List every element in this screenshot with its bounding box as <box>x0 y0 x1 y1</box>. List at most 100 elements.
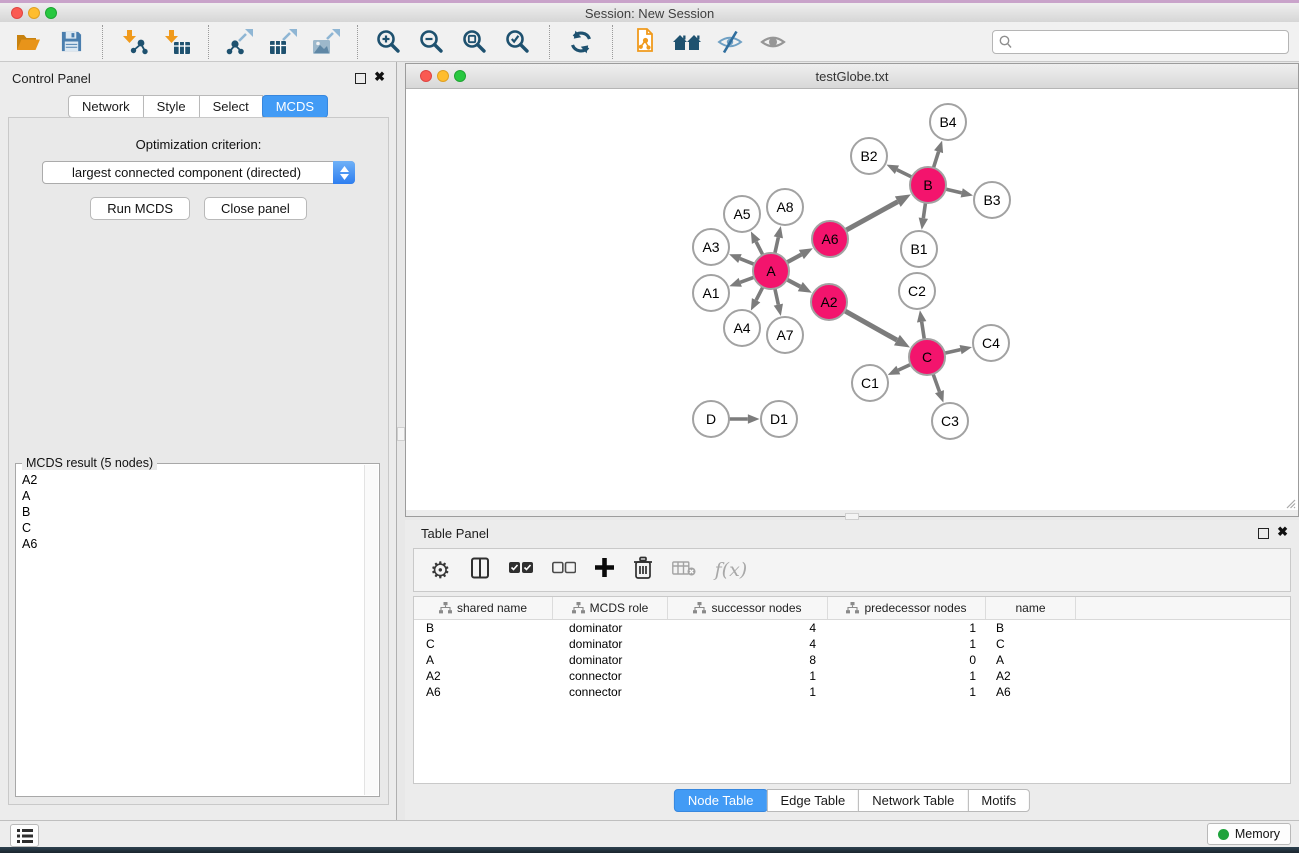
graph-node-A5[interactable]: A5 <box>723 195 761 233</box>
column-header-successor-nodes[interactable]: successor nodes <box>668 597 828 619</box>
graph-node-B[interactable]: B <box>909 166 947 204</box>
graph-node-C[interactable]: C <box>908 338 946 376</box>
application-window: Session: New Session <box>0 0 1299 853</box>
result-scrollbar[interactable] <box>364 465 378 795</box>
table-row[interactable]: A6connector11A6 <box>414 684 1290 700</box>
table-body: Bdominator41BCdominator41CAdominator80AA… <box>414 620 1290 700</box>
table-cell: A6 <box>986 684 1076 700</box>
float-panel-icon[interactable] <box>355 73 366 84</box>
network-window: testGlobe.txt B4 B2 B B3 A8A5 A6 A3 B1 A C2 A1 A2 A4… <box>405 63 1299 517</box>
function-builder-icon[interactable]: f(x) <box>715 559 748 581</box>
table-row[interactable]: Cdominator41C <box>414 636 1290 652</box>
task-history-button[interactable] <box>10 824 39 847</box>
tab-node-table[interactable]: Node Table <box>674 789 768 812</box>
criterion-dropdown[interactable]: largest connected component (directed) <box>42 161 355 184</box>
delete-table-icon[interactable] <box>672 559 696 582</box>
memory-button[interactable]: Memory <box>1207 823 1291 845</box>
table-cell: C <box>986 636 1076 652</box>
network-title: testGlobe.txt <box>406 69 1298 84</box>
close-panel-icon[interactable]: ✖ <box>374 69 385 85</box>
tab-motifs[interactable]: Motifs <box>967 789 1030 812</box>
graph-node-D[interactable]: D <box>692 400 730 438</box>
graph-node-A3[interactable]: A3 <box>692 228 730 266</box>
open-session-icon[interactable] <box>10 25 46 59</box>
close-panel-button[interactable]: Close panel <box>204 197 307 220</box>
result-item[interactable]: C <box>22 520 364 536</box>
graph-node-A7[interactable]: A7 <box>766 316 804 354</box>
save-session-icon[interactable] <box>53 25 89 59</box>
refresh-layout-icon[interactable] <box>563 25 599 59</box>
graph-node-C4[interactable]: C4 <box>972 324 1010 362</box>
export-table-icon[interactable] <box>265 25 301 59</box>
arrowhead-icon <box>961 188 973 197</box>
table-row[interactable]: Adominator80A <box>414 652 1290 668</box>
mcds-result-list: A2ABCA6 <box>17 466 364 795</box>
result-item[interactable]: A <box>22 488 364 504</box>
table-cell: dominator <box>553 636 668 652</box>
import-network-icon[interactable] <box>116 25 152 59</box>
close-table-panel-icon[interactable]: ✖ <box>1277 524 1288 540</box>
graph-node-A8[interactable]: A8 <box>766 188 804 226</box>
graph-edge-A2-C[interactable] <box>843 310 897 340</box>
show-details-icon[interactable] <box>755 25 791 59</box>
resize-grip-icon[interactable] <box>1284 496 1296 514</box>
search-input[interactable] <box>1017 32 1281 52</box>
table-row[interactable]: Bdominator41B <box>414 620 1290 636</box>
export-image-icon[interactable] <box>308 25 344 59</box>
graph-node-B4[interactable]: B4 <box>929 103 967 141</box>
graph-node-B1[interactable]: B1 <box>900 230 938 268</box>
table-settings-icon[interactable]: ⚙ <box>430 559 451 582</box>
graph-node-C2[interactable]: C2 <box>898 272 936 310</box>
zoom-fit-icon[interactable] <box>457 25 493 59</box>
zoom-in-icon[interactable] <box>371 25 407 59</box>
graph-node-A4[interactable]: A4 <box>723 309 761 347</box>
column-mode-icon[interactable] <box>470 557 490 584</box>
float-table-panel-icon[interactable] <box>1258 528 1269 539</box>
graph-node-D1[interactable]: D1 <box>760 400 798 438</box>
graph-node-C1[interactable]: C1 <box>851 364 889 402</box>
delete-column-icon[interactable] <box>633 556 653 585</box>
tab-style[interactable]: Style <box>143 95 200 118</box>
column-header-MCDS-role[interactable]: MCDS role <box>553 597 668 619</box>
column-header-filler <box>1076 597 1290 619</box>
graph-node-A6[interactable]: A6 <box>811 220 849 258</box>
arrowhead-icon <box>919 218 928 230</box>
column-header-name[interactable]: name <box>986 597 1076 619</box>
new-network-from-file-icon[interactable] <box>626 25 662 59</box>
graph-edge-A6-B[interactable] <box>844 202 898 232</box>
table-row[interactable]: A2connector11A2 <box>414 668 1290 684</box>
deselect-all-rows-icon[interactable] <box>552 561 576 579</box>
splitter-handle[interactable] <box>397 427 405 441</box>
toolbar-separator <box>208 25 209 59</box>
zoom-out-icon[interactable] <box>414 25 450 59</box>
result-item[interactable]: B <box>22 504 364 520</box>
select-all-rows-icon[interactable] <box>509 561 533 579</box>
result-item[interactable]: A2 <box>22 472 364 488</box>
home-icon[interactable] <box>669 25 705 59</box>
hide-details-icon[interactable] <box>712 25 748 59</box>
tab-mcds[interactable]: MCDS <box>262 95 328 118</box>
tab-network-table[interactable]: Network Table <box>858 789 968 812</box>
tab-network[interactable]: Network <box>68 95 144 118</box>
export-network-icon[interactable] <box>222 25 258 59</box>
graph-node-A[interactable]: A <box>752 252 790 290</box>
graph-edge-C-C3[interactable] <box>932 372 939 392</box>
import-table-icon[interactable] <box>159 25 195 59</box>
graph-node-C3[interactable]: C3 <box>931 402 969 440</box>
graph-node-A2[interactable]: A2 <box>810 283 848 321</box>
dropdown-stepper-icon[interactable] <box>333 161 355 184</box>
graph-node-B2[interactable]: B2 <box>850 137 888 175</box>
tab-select[interactable]: Select <box>199 95 263 118</box>
graph-node-A1[interactable]: A1 <box>692 274 730 312</box>
network-canvas[interactable]: B4 B2 B B3 A8A5 A6 A3 B1 A C2 A1 A2 A4A7 C4 C C1 D D1 C3 <box>406 89 1298 510</box>
tab-edge-table[interactable]: Edge Table <box>766 789 859 812</box>
run-mcds-button[interactable]: Run MCDS <box>90 197 190 220</box>
result-item[interactable]: A6 <box>22 536 364 552</box>
zoom-selected-icon[interactable] <box>500 25 536 59</box>
graph-node-B3[interactable]: B3 <box>973 181 1011 219</box>
column-header-shared-name[interactable]: shared name <box>414 597 553 619</box>
splitter-handle[interactable] <box>845 513 859 520</box>
table-cell: A2 <box>414 668 553 684</box>
column-header-predecessor-nodes[interactable]: predecessor nodes <box>828 597 986 619</box>
add-column-icon[interactable] <box>595 558 614 582</box>
